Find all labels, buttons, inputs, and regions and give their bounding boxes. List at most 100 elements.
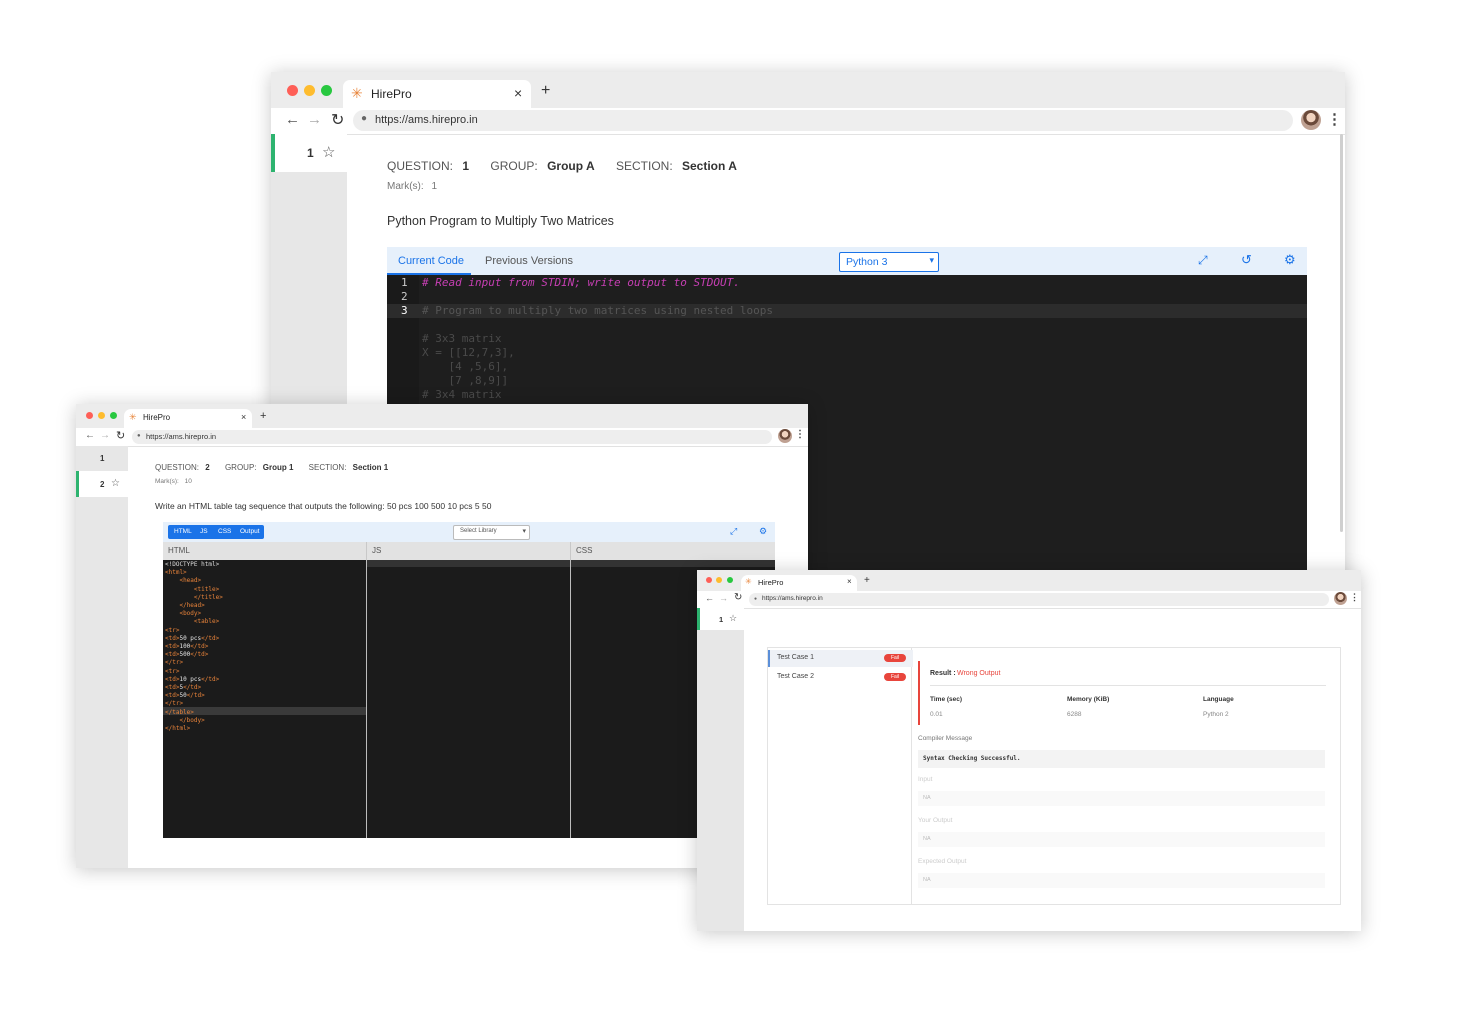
tab-current-code[interactable]: Current Code bbox=[398, 255, 464, 267]
library-select[interactable]: Select Library ▾ bbox=[453, 525, 530, 540]
new-tab-icon[interactable]: + bbox=[541, 82, 550, 100]
menu-kebab-icon[interactable]: ⋮ bbox=[1327, 110, 1342, 128]
reload-icon[interactable]: ↻ bbox=[331, 110, 344, 130]
back-arrow-icon[interactable]: ← bbox=[85, 430, 95, 441]
menu-kebab-icon[interactable]: ⋮ bbox=[795, 429, 805, 440]
tab-html[interactable]: HTML bbox=[174, 528, 192, 535]
question-sidebar bbox=[76, 446, 128, 868]
expected-output-label: Expected Output bbox=[918, 858, 967, 865]
forward-arrow-icon[interactable]: → bbox=[307, 111, 322, 128]
expected-output-box: NA bbox=[918, 873, 1325, 888]
nav-bar: ← → ↻ ● https://ams.hirepro.in ⋮ bbox=[76, 428, 808, 447]
maximize-window-dot[interactable] bbox=[110, 412, 117, 419]
close-tab-icon[interactable]: × bbox=[514, 85, 522, 101]
fullscreen-icon[interactable]: ⤢ bbox=[730, 526, 737, 537]
code-line: </head> bbox=[179, 602, 205, 609]
tab-css[interactable]: CSS bbox=[218, 528, 231, 535]
close-window-dot[interactable] bbox=[86, 412, 93, 419]
chevron-down-icon: ▾ bbox=[929, 255, 934, 265]
browser-tab[interactable]: ✳ HirePro × bbox=[343, 80, 531, 108]
settings-gear-icon[interactable]: ⚙ bbox=[759, 526, 767, 537]
menu-kebab-icon[interactable]: ⋮ bbox=[1350, 592, 1359, 603]
active-indicator bbox=[76, 471, 79, 497]
pane-divider bbox=[570, 542, 571, 560]
tab-title: HirePro bbox=[758, 578, 784, 587]
tab-js[interactable]: JS bbox=[200, 528, 208, 535]
code-line: # Program to multiply two matrices using… bbox=[422, 304, 773, 317]
avatar[interactable] bbox=[1301, 110, 1321, 130]
tab-title: HirePro bbox=[371, 87, 412, 101]
test-case-item[interactable]: Test Case 1 Fail bbox=[768, 650, 913, 667]
sidebar-item-question-2[interactable]: 2 ☆ bbox=[76, 471, 128, 497]
section-value: Section A bbox=[682, 159, 737, 173]
reload-icon[interactable]: ↻ bbox=[116, 429, 125, 442]
minimize-window-dot[interactable] bbox=[98, 412, 105, 419]
question-sidebar bbox=[697, 608, 744, 931]
group-value: Group 1 bbox=[262, 463, 294, 472]
new-tab-icon[interactable]: + bbox=[864, 575, 870, 586]
new-tab-icon[interactable]: + bbox=[260, 410, 266, 422]
star-icon[interactable]: ☆ bbox=[729, 613, 737, 624]
close-tab-icon[interactable]: × bbox=[847, 577, 852, 586]
language-select[interactable]: Python 3 ▾ bbox=[839, 252, 939, 272]
address-bar[interactable]: ● https://ams.hirepro.in bbox=[353, 110, 1293, 131]
close-window-dot[interactable] bbox=[287, 85, 298, 96]
minimize-window-dot[interactable] bbox=[304, 85, 315, 96]
marks-value: 1 bbox=[431, 181, 438, 192]
marks-label: Mark(s): bbox=[387, 181, 424, 192]
line-number: 3 bbox=[401, 304, 408, 317]
tab-previous-versions[interactable]: Previous Versions bbox=[485, 255, 573, 267]
code-line: <td>10 pcs</td> bbox=[165, 675, 220, 683]
sidebar-item-question-1[interactable]: 1 ☆ bbox=[271, 134, 347, 172]
scrollbar[interactable] bbox=[1340, 134, 1343, 532]
close-tab-icon[interactable]: × bbox=[241, 412, 246, 422]
code-line: <td>100</td> bbox=[165, 643, 209, 650]
current-line-highlight bbox=[367, 560, 570, 567]
close-window-dot[interactable] bbox=[706, 577, 712, 583]
sidebar-item-question-1[interactable]: 1 bbox=[76, 446, 128, 470]
expected-output-value: NA bbox=[923, 877, 931, 883]
code-line: <table> bbox=[193, 618, 220, 626]
forward-arrow-icon[interactable]: → bbox=[100, 430, 110, 441]
code-line: X = [[12,7,3], bbox=[422, 346, 515, 359]
test-case-name: Test Case 1 bbox=[777, 654, 814, 661]
back-arrow-icon[interactable]: ← bbox=[705, 593, 714, 603]
language-value: Python 2 bbox=[1203, 711, 1229, 718]
js-editor[interactable] bbox=[367, 560, 570, 838]
code-line: # 3x3 matrix bbox=[422, 332, 502, 345]
address-bar[interactable]: ● https://ams.hirepro.in bbox=[132, 430, 772, 444]
test-case-name: Test Case 2 bbox=[777, 673, 814, 680]
maximize-window-dot[interactable] bbox=[321, 85, 332, 96]
address-bar[interactable]: ● https://ams.hirepro.in bbox=[749, 593, 1329, 606]
sidebar-item-question-1[interactable]: 1 ☆ bbox=[697, 608, 744, 630]
question-title: Python Program to Multiply Two Matrices bbox=[387, 214, 614, 228]
maximize-window-dot[interactable] bbox=[727, 577, 733, 583]
fullscreen-icon[interactable]: ⤢ bbox=[1198, 253, 1208, 268]
reload-icon[interactable]: ↻ bbox=[734, 592, 742, 603]
library-select-value: Select Library bbox=[460, 528, 497, 534]
code-line: <body> bbox=[179, 610, 202, 618]
nav-bar: ← → ↻ ● https://ams.hirepro.in ⋮ bbox=[271, 108, 1345, 135]
star-icon[interactable]: ☆ bbox=[322, 143, 335, 161]
code-line: [4 ,5,6], bbox=[422, 360, 509, 373]
avatar[interactable] bbox=[1334, 592, 1347, 605]
marks-label: Mark(s): bbox=[155, 478, 179, 485]
forward-arrow-icon[interactable]: → bbox=[719, 593, 728, 603]
reset-icon[interactable]: ↺ bbox=[1241, 252, 1252, 268]
question-meta: QUESTION: 2 GROUP: Group 1 SECTION: Sect… bbox=[155, 463, 388, 472]
star-icon[interactable]: ☆ bbox=[111, 478, 120, 489]
browser-tab[interactable]: ✳ HirePro × bbox=[124, 409, 252, 428]
question-number: 1 bbox=[100, 454, 105, 463]
result-value: Wrong Output bbox=[957, 670, 1001, 677]
back-arrow-icon[interactable]: ← bbox=[285, 111, 300, 128]
avatar[interactable] bbox=[778, 429, 792, 443]
group-label: GROUP: bbox=[224, 463, 257, 472]
minimize-window-dot[interactable] bbox=[716, 577, 722, 583]
test-case-item[interactable]: Test Case 2 Fail bbox=[768, 669, 911, 686]
settings-gear-icon[interactable]: ⚙ bbox=[1284, 252, 1296, 268]
marks-value: 10 bbox=[184, 478, 192, 485]
html-editor[interactable]: <!DOCTYPE html> <html> <head> <title> </t… bbox=[163, 560, 366, 838]
group-value: Group A bbox=[547, 159, 595, 173]
tab-output[interactable]: Output bbox=[240, 528, 260, 535]
browser-tab[interactable]: ✳ HirePro × bbox=[741, 575, 857, 591]
